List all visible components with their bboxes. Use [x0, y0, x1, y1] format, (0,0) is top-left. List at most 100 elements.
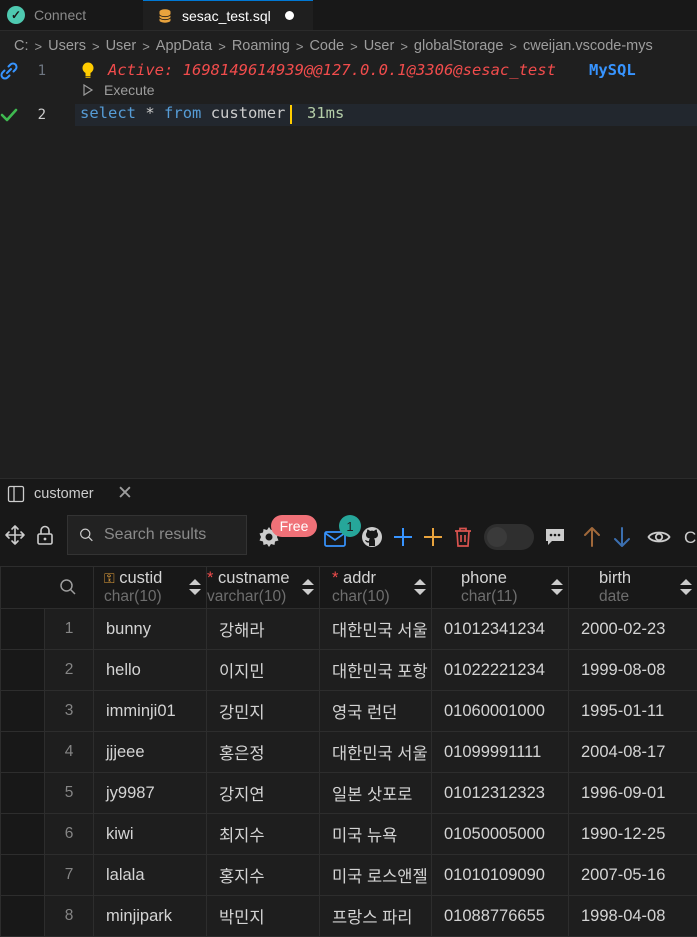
comment-icon[interactable]	[543, 525, 567, 549]
breadcrumb-item[interactable]: AppData	[156, 38, 212, 54]
cell-custid[interactable]: imminji01	[93, 690, 207, 732]
sort-icon[interactable]	[301, 577, 315, 597]
search-box[interactable]	[67, 515, 247, 555]
column-type: char(10)	[104, 587, 162, 605]
cell-addr[interactable]: 대한민국 포항	[319, 649, 432, 691]
breadcrumb-item[interactable]: cweijan.vscode-mys	[523, 38, 653, 54]
breadcrumb-item[interactable]: C:	[14, 38, 29, 54]
column-header-custname[interactable]: * custname varchar(10)	[206, 566, 320, 609]
cell-birth[interactable]: 1995-01-11	[568, 690, 697, 732]
free-badge[interactable]: Free	[271, 515, 317, 537]
column-type: char(11)	[461, 587, 518, 605]
chevron-right-icon: >	[218, 38, 226, 54]
arrow-down-icon[interactable]	[610, 525, 634, 549]
add-row-icon[interactable]	[421, 525, 445, 549]
table-row[interactable]: 4 jjjeee 홍은정 대한민국 서울 01099991111 2004-08…	[0, 731, 697, 773]
cell-addr[interactable]: 영국 런던	[319, 690, 432, 732]
search-input[interactable]	[102, 525, 246, 545]
chevron-right-icon: >	[91, 38, 100, 54]
cell-phone[interactable]: 01012312323	[431, 772, 569, 814]
cell-custname[interactable]: 강지연	[206, 772, 320, 814]
sort-icon[interactable]	[550, 577, 564, 597]
lightbulb-icon[interactable]	[80, 61, 96, 83]
cell-phone[interactable]: 01050005000	[431, 813, 569, 855]
lock-icon[interactable]	[33, 523, 57, 547]
cell-addr[interactable]: 프랑스 파리	[319, 895, 432, 937]
cell-phone[interactable]: 01022221234	[431, 649, 569, 691]
cell-birth[interactable]: 1990-12-25	[568, 813, 697, 855]
cell-addr[interactable]: 대한민국 서울	[319, 608, 432, 650]
cell-custname[interactable]: 이지민	[206, 649, 320, 691]
cell-custid[interactable]: minjipark	[93, 895, 207, 937]
sort-icon[interactable]	[188, 577, 202, 597]
cell-custid[interactable]: jy9987	[93, 772, 207, 814]
cell-birth[interactable]: 1996-09-01	[568, 772, 697, 814]
tab-sesac-test-sql[interactable]: sesac_test.sql	[143, 0, 313, 30]
eye-icon[interactable]	[647, 525, 671, 549]
breadcrumb-item[interactable]: User	[364, 38, 395, 54]
cell-birth[interactable]: 1999-08-08	[568, 649, 697, 691]
cell-addr[interactable]: 일본 삿포로	[319, 772, 432, 814]
breadcrumb-item[interactable]: User	[106, 38, 137, 54]
table-row[interactable]: 6 kiwi 최지수 미국 뉴욕 01050005000 1990-12-25	[0, 813, 697, 855]
cell-custid[interactable]: jjjeee	[93, 731, 207, 773]
table-row[interactable]: 5 jy9987 강지연 일본 삿포로 01012312323 1996-09-…	[0, 772, 697, 814]
sql-editor[interactable]: 1 Active: 1698149614939@@127.0.0.1@3306@…	[0, 58, 697, 478]
sort-icon[interactable]	[679, 577, 693, 597]
toggle-switch[interactable]	[484, 524, 534, 550]
sort-icon[interactable]	[413, 577, 427, 597]
column-header-addr[interactable]: * addr char(10)	[319, 566, 432, 609]
cell-phone[interactable]: 01012341234	[431, 608, 569, 650]
cell-custname[interactable]: 강민지	[206, 690, 320, 732]
toolbar-overflow-text[interactable]: C	[684, 528, 696, 548]
cell-birth[interactable]: 2000-02-23	[568, 608, 697, 650]
close-icon[interactable]: ✕	[117, 482, 133, 505]
arrow-up-icon[interactable]	[580, 525, 604, 549]
cell-birth[interactable]: 2007-05-16	[568, 854, 697, 896]
breadcrumb-item[interactable]: Users	[48, 38, 86, 54]
cell-custid[interactable]: bunny	[93, 608, 207, 650]
table-row[interactable]: 8 minjipark 박민지 프랑스 파리 01088776655 1998-…	[0, 895, 697, 937]
column-header-custid[interactable]: ⚿ custid char(10)	[93, 566, 207, 609]
cell-phone[interactable]: 01010109090	[431, 854, 569, 896]
column-name: custid	[119, 568, 163, 587]
link-icon[interactable]	[0, 62, 18, 80]
cell-custid[interactable]: hello	[93, 649, 207, 691]
cell-custid[interactable]: kiwi	[93, 813, 207, 855]
cell-birth[interactable]: 2004-08-17	[568, 731, 697, 773]
cell-addr[interactable]: 미국 뉴욕	[319, 813, 432, 855]
cell-phone[interactable]: 01088776655	[431, 895, 569, 937]
column-header-birth[interactable]: birth date	[568, 566, 697, 609]
header-search-cell[interactable]	[44, 566, 94, 609]
table-row[interactable]: 3 imminji01 강민지 영국 런던 01060001000 1995-0…	[0, 690, 697, 732]
breadcrumb-item[interactable]: Code	[309, 38, 344, 54]
cell-custname[interactable]: 박민지	[206, 895, 320, 937]
cell-phone[interactable]: 01099991111	[431, 731, 569, 773]
cell-custname[interactable]: 홍지수	[206, 854, 320, 896]
cell-custid[interactable]: lalala	[93, 854, 207, 896]
github-icon[interactable]	[360, 525, 384, 549]
cell-addr[interactable]: 미국 로스앤젤	[319, 854, 432, 896]
breadcrumb-item[interactable]: globalStorage	[414, 38, 504, 54]
cell-custname[interactable]: 최지수	[206, 813, 320, 855]
table-row[interactable]: 1 bunny 강해라 대한민국 서울 01012341234 2000-02-…	[0, 608, 697, 650]
unsaved-dot-icon[interactable]	[284, 11, 294, 20]
table-row[interactable]: 2 hello 이지민 대한민국 포항 01022221234 1999-08-…	[0, 649, 697, 691]
cell-birth[interactable]: 1998-04-08	[568, 895, 697, 937]
trash-icon[interactable]	[451, 525, 475, 549]
chevron-right-icon: >	[509, 38, 518, 54]
sql-query-line[interactable]: select * from customer	[80, 104, 285, 122]
cell-addr[interactable]: 대한민국 서울	[319, 731, 432, 773]
breadcrumb-item[interactable]: Roaming	[232, 38, 290, 54]
table-row[interactable]: 7 lalala 홍지수 미국 로스앤젤 01010109090 2007-05…	[0, 854, 697, 896]
cell-custname[interactable]: 강해라	[206, 608, 320, 650]
search-icon[interactable]	[59, 578, 77, 596]
cell-phone[interactable]: 01060001000	[431, 690, 569, 732]
column-header-phone[interactable]: phone char(11)	[431, 566, 569, 609]
tab-connect[interactable]: ✓ Connect	[0, 0, 143, 30]
cell-custname[interactable]: 홍은정	[206, 731, 320, 773]
move-icon[interactable]	[3, 523, 27, 547]
results-panel-title[interactable]: customer	[34, 486, 94, 502]
execute-codelens[interactable]: Execute	[80, 82, 155, 98]
add-icon[interactable]	[391, 525, 415, 549]
